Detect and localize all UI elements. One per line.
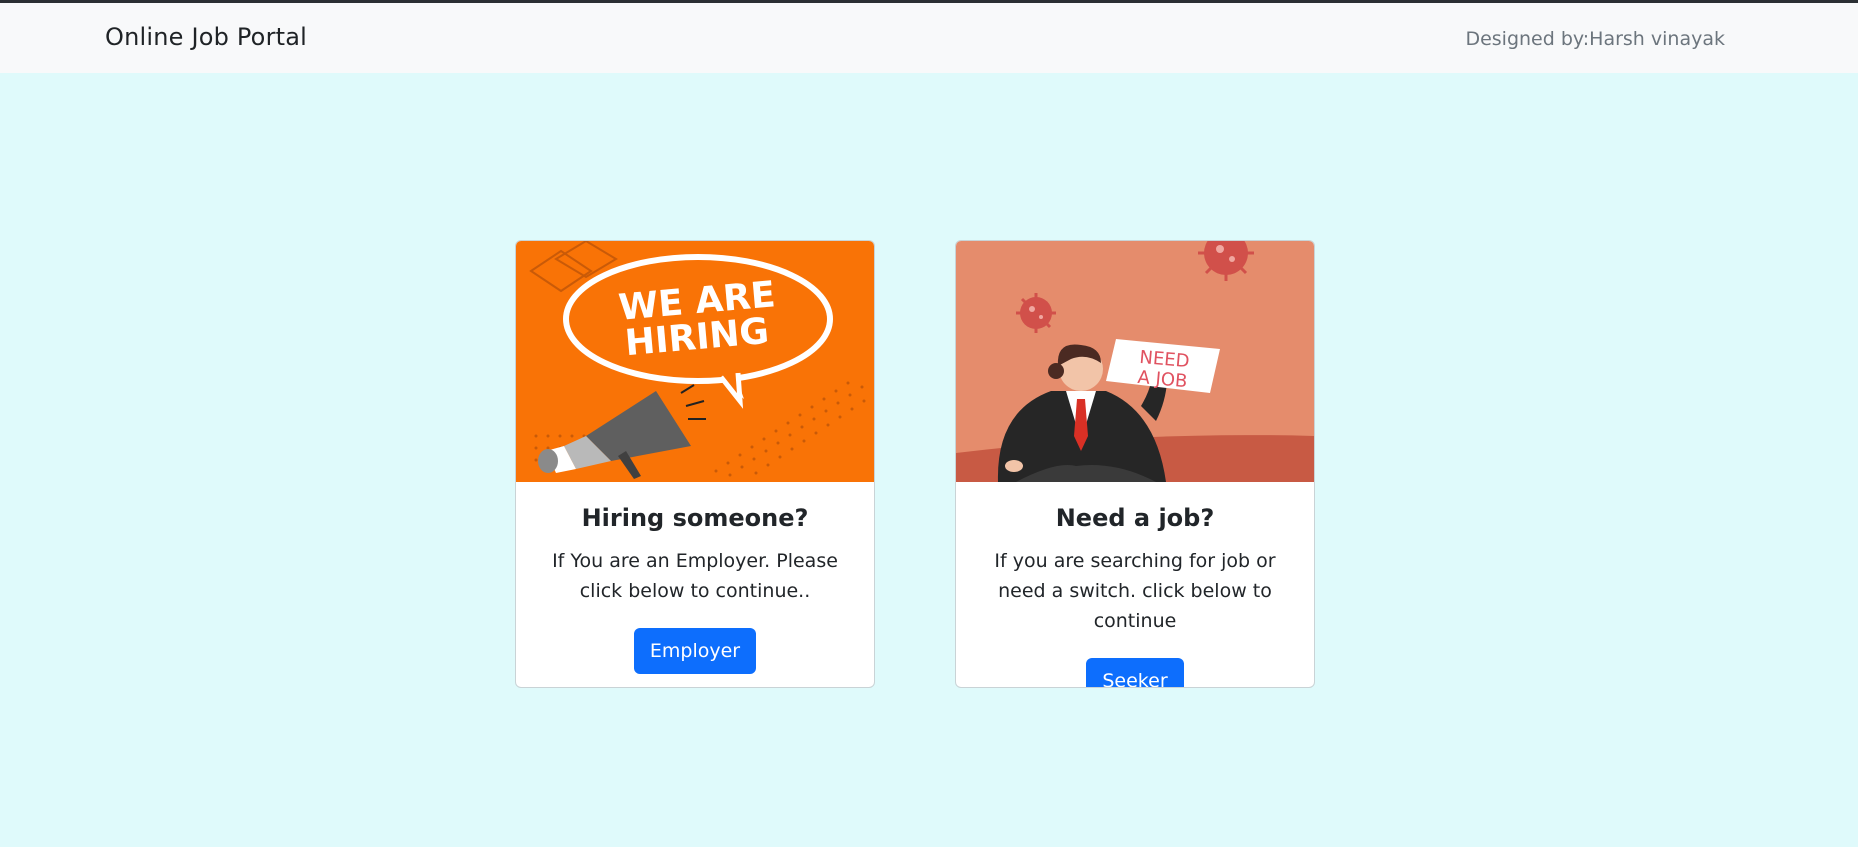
seeker-button[interactable]: Seeker [1086, 658, 1184, 687]
need-a-job-image: NEED A JOB [956, 241, 1314, 482]
card-text: If You are an Employer. Please click bel… [552, 550, 838, 602]
employer-card: WE ARE HIRING Hiring someone? If You are… [515, 240, 875, 688]
svg-text:A JOB: A JOB [1137, 367, 1189, 392]
seeker-card: NEED A JOB Need a job? If you are search… [955, 240, 1315, 688]
we-are-hiring-image: WE ARE HIRING [516, 241, 874, 482]
navbar: Online Job Portal Designed by:Harsh vina… [0, 3, 1858, 73]
card-title: Need a job? [1055, 504, 1215, 532]
card-text: If you are searching for job or need a s… [994, 550, 1276, 632]
designer-credit: Designed by:Harsh vinayak [1465, 28, 1725, 50]
employer-button[interactable]: Employer [633, 628, 757, 674]
card-title: Hiring someone? [581, 504, 809, 532]
navbar-brand[interactable]: Online Job Portal [105, 23, 307, 51]
